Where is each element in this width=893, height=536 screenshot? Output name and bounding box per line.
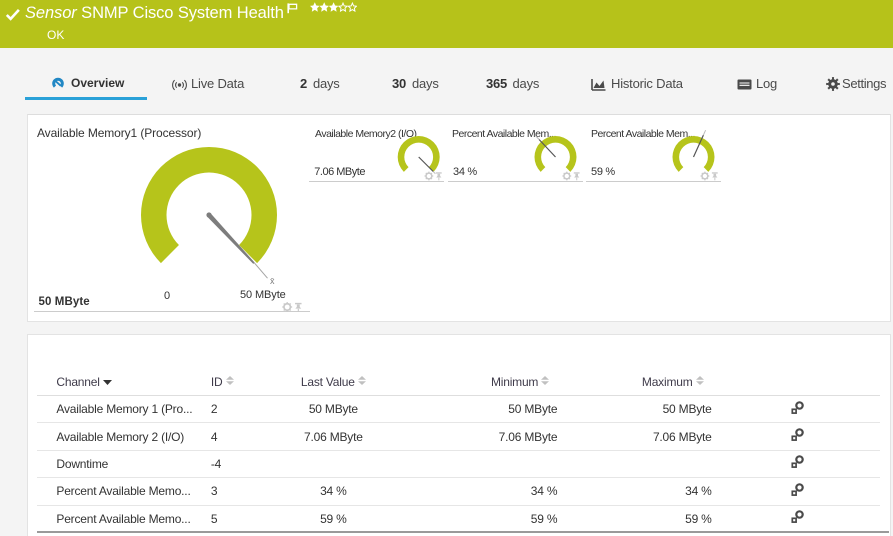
svg-text:x̄: x̄ — [270, 276, 275, 286]
